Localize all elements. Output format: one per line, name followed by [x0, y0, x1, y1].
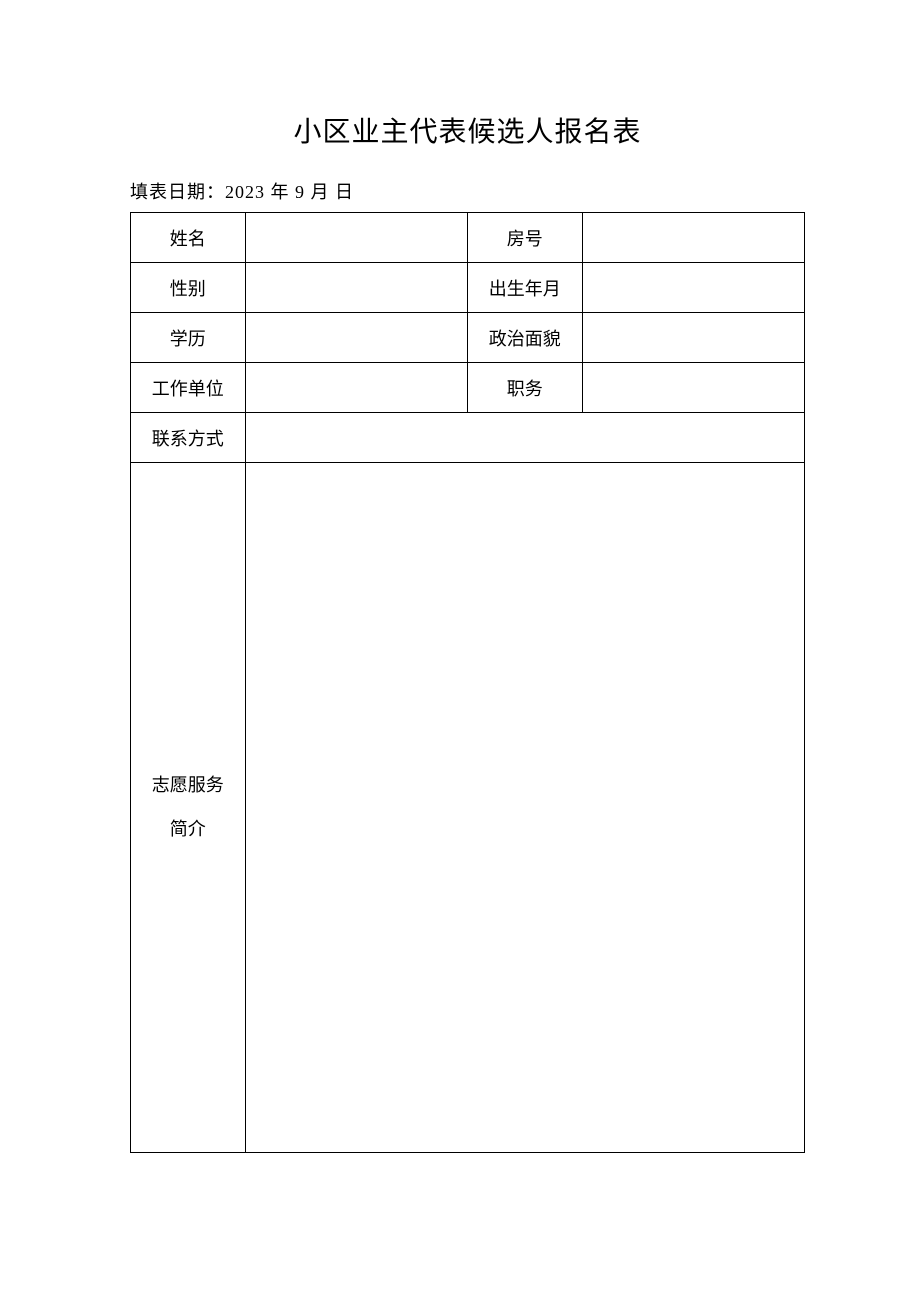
gender-label: 性别	[131, 263, 246, 313]
table-row: 姓名 房号	[131, 213, 805, 263]
date-prefix: 填表日期：	[130, 182, 225, 202]
table-row: 志愿服务 简介	[131, 463, 805, 1153]
name-value[interactable]	[245, 213, 467, 263]
education-label: 学历	[131, 313, 246, 363]
table-row: 工作单位 职务	[131, 363, 805, 413]
employer-label: 工作单位	[131, 363, 246, 413]
gender-value[interactable]	[245, 263, 467, 313]
birth-value[interactable]	[582, 263, 804, 313]
education-value[interactable]	[245, 313, 467, 363]
date-line: 填表日期：2023 年 9 月 日	[130, 178, 805, 204]
date-value: 2023 年 9 月 日	[225, 182, 354, 202]
contact-label: 联系方式	[131, 413, 246, 463]
registration-table: 姓名 房号 性别 出生年月 学历 政治面貌 工作单位 职务 联系方式	[130, 212, 805, 1153]
position-value[interactable]	[582, 363, 804, 413]
employer-value[interactable]	[245, 363, 467, 413]
intro-value[interactable]	[245, 463, 804, 1153]
name-label: 姓名	[131, 213, 246, 263]
position-label: 职务	[467, 363, 582, 413]
birth-label: 出生年月	[467, 263, 582, 313]
table-row: 联系方式	[131, 413, 805, 463]
room-label: 房号	[467, 213, 582, 263]
table-row: 性别 出生年月	[131, 263, 805, 313]
intro-label-line1: 志愿服务	[135, 764, 241, 807]
page-title: 小区业主代表候选人报名表	[130, 110, 805, 150]
intro-label-line2: 简介	[135, 808, 241, 851]
document-page: 小区业主代表候选人报名表 填表日期：2023 年 9 月 日 姓名 房号 性别 …	[0, 0, 920, 1153]
room-value[interactable]	[582, 213, 804, 263]
table-row: 学历 政治面貌	[131, 313, 805, 363]
political-value[interactable]	[582, 313, 804, 363]
political-label: 政治面貌	[467, 313, 582, 363]
contact-value[interactable]	[245, 413, 804, 463]
intro-label: 志愿服务 简介	[131, 463, 246, 1153]
